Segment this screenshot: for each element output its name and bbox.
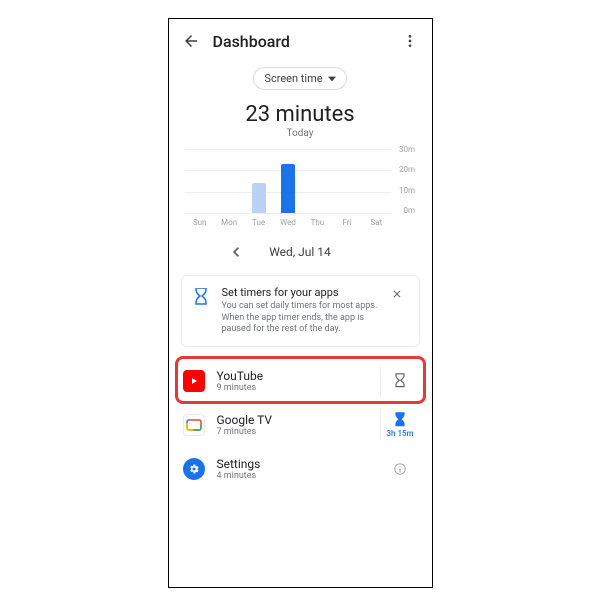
info-icon — [393, 462, 407, 476]
app-usage: 9 minutes — [217, 383, 368, 393]
dismiss-card-button[interactable] — [391, 288, 409, 300]
screen: Dashboard Screen time 23 minutes Today S… — [168, 18, 433, 588]
chart-y-tick: 20m — [399, 165, 415, 174]
chart-y-tick: 10m — [399, 186, 415, 195]
google-tv-icon — [183, 414, 205, 436]
hourglass-icon — [394, 373, 406, 389]
usage-period: Today — [169, 128, 432, 139]
app-list: YouTube9 minutes Google TV7 minutes 3h 15m… — [169, 359, 432, 491]
chart-x-tick: Wed — [273, 218, 302, 227]
app-timer-button[interactable] — [380, 454, 420, 484]
chart-x-tick: Tue — [244, 218, 273, 227]
app-header: Dashboard — [169, 19, 432, 63]
app-text: Google TV7 minutes — [217, 413, 368, 437]
chevron-down-icon — [328, 75, 336, 83]
chart-y-labels: 30m 20m 10m 0m — [393, 145, 415, 215]
chart-x-tick: Thu — [303, 218, 332, 227]
app-usage: 7 minutes — [217, 427, 368, 437]
chart-x-tick: Fri — [332, 218, 361, 227]
more-vertical-icon — [402, 33, 418, 49]
current-date-label: Wed, Jul 14 — [269, 245, 331, 259]
close-icon — [391, 288, 403, 300]
chart-x-tick: Mon — [214, 218, 243, 227]
chart-x-labels: SunMonTueWedThuFriSat — [185, 218, 391, 227]
timer-info-card: Set timers for your apps You can set dai… — [181, 275, 420, 347]
app-usage: 4 minutes — [217, 471, 368, 481]
hourglass-icon — [190, 288, 212, 308]
app-text: Settings4 minutes — [217, 457, 368, 481]
hourglass-icon — [394, 412, 406, 428]
more-options-button[interactable] — [398, 29, 422, 53]
chart-plot[interactable] — [185, 149, 391, 213]
app-name: Settings — [217, 457, 368, 471]
chart-bar[interactable] — [252, 183, 266, 213]
chart-y-tick: 30m — [399, 145, 415, 154]
arrow-left-icon — [182, 32, 200, 50]
info-card-title: Set timers for your apps — [222, 286, 381, 299]
total-usage: 23 minutes — [169, 102, 432, 127]
app-text: YouTube9 minutes — [217, 369, 368, 393]
chart-y-tick: 0m — [403, 206, 415, 215]
chevron-left-icon — [231, 247, 241, 257]
settings-icon — [183, 458, 205, 480]
back-button[interactable] — [179, 29, 203, 53]
metric-selector-row: Screen time — [169, 67, 432, 90]
info-card-body: You can set daily timers for most apps. … — [222, 301, 381, 336]
app-row[interactable]: Google TV7 minutes 3h 15m — [169, 403, 432, 447]
prev-day-button[interactable] — [227, 243, 245, 261]
date-navigator: Wed, Jul 14 — [169, 243, 432, 261]
page-title: Dashboard — [213, 32, 290, 51]
app-timer-button[interactable]: 3h 15m — [380, 410, 420, 440]
app-timer-button[interactable] — [380, 366, 420, 396]
metric-dropdown-label: Screen time — [264, 72, 322, 85]
chart-x-tick: Sat — [362, 218, 391, 227]
chart-x-tick: Sun — [185, 218, 214, 227]
metric-dropdown[interactable]: Screen time — [253, 67, 346, 90]
app-limit: 3h 15m — [386, 429, 413, 438]
app-name: YouTube — [217, 369, 368, 383]
usage-chart: SunMonTueWedThuFriSat 30m20m10m0m — [185, 149, 415, 225]
app-row[interactable]: Settings4 minutes — [169, 447, 432, 491]
app-row[interactable]: YouTube9 minutes — [169, 359, 432, 403]
chart-bar[interactable] — [281, 164, 295, 213]
youtube-icon — [183, 370, 205, 392]
app-name: Google TV — [217, 413, 368, 427]
